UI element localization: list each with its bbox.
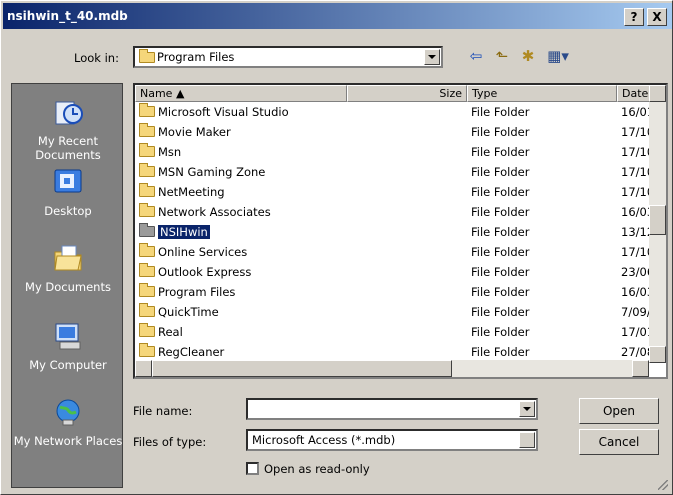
resize-grip[interactable] xyxy=(658,480,668,490)
file-list[interactable]: Name ▲ Size Type Date M Microsoft Visual… xyxy=(133,83,668,379)
close-button[interactable]: X xyxy=(647,8,667,26)
scroll-thumb[interactable] xyxy=(152,360,452,377)
help-button[interactable]: ? xyxy=(624,8,644,26)
chevron-down-icon[interactable] xyxy=(519,401,535,417)
folder-icon xyxy=(139,223,155,237)
vertical-scrollbar[interactable] xyxy=(649,85,666,363)
list-item[interactable]: MSN Gaming ZoneFile Folder17/10 xyxy=(135,162,655,182)
list-item-selected[interactable]: NSIHwinFile Folder13/12 xyxy=(135,222,655,242)
column-header-type[interactable]: Type xyxy=(467,85,617,102)
place-my-computer[interactable]: My Computer xyxy=(12,320,124,372)
horizontal-scrollbar[interactable] xyxy=(135,360,649,377)
place-label: My Computer xyxy=(29,358,107,372)
network-places-icon xyxy=(56,399,80,426)
list-item[interactable]: NetMeetingFile Folder17/10 xyxy=(135,182,655,202)
list-item[interactable]: Program FilesFile Folder16/03 xyxy=(135,282,655,302)
place-label: Desktop xyxy=(44,204,92,218)
list-item[interactable]: RegCleanerFile Folder27/08 xyxy=(135,342,655,362)
list-item[interactable]: Outlook ExpressFile Folder23/06 xyxy=(135,262,655,282)
list-item[interactable]: RealFile Folder17/01 xyxy=(135,322,655,342)
readonly-checkbox[interactable] xyxy=(246,462,259,475)
lookin-dropdown[interactable]: Program Files xyxy=(133,46,443,68)
list-item[interactable]: QuickTimeFile Folder7/09/2 xyxy=(135,302,655,322)
folder-icon xyxy=(139,143,155,157)
open-button[interactable]: Open xyxy=(579,398,659,424)
open-file-dialog: nsihwin_t_40.mdb ? X Look in: Program Fi… xyxy=(0,0,673,495)
place-label: My Documents xyxy=(25,280,111,294)
folder-icon xyxy=(139,303,155,317)
folder-icon xyxy=(139,123,155,137)
scroll-up-button[interactable] xyxy=(649,85,666,102)
folder-icon xyxy=(139,243,155,257)
places-bar: My Recent Documents Desktop My Documents… xyxy=(11,83,123,488)
folder-icon xyxy=(139,203,155,217)
lookin-value: Program Files xyxy=(157,50,235,64)
chevron-down-icon[interactable] xyxy=(519,432,535,448)
column-header-date[interactable]: Date M xyxy=(617,85,651,102)
list-item[interactable]: Movie MakerFile Folder17/10 xyxy=(135,122,655,142)
my-computer-icon xyxy=(55,323,81,350)
folder-icon xyxy=(139,263,155,277)
scroll-thumb[interactable] xyxy=(649,205,666,235)
desktop-icon xyxy=(54,169,82,193)
title-bar[interactable]: nsihwin_t_40.mdb ? X xyxy=(3,3,672,29)
list-item[interactable]: Microsoft Visual StudioFile Folder16/01 xyxy=(135,102,655,122)
new-folder-icon[interactable]: ✱ xyxy=(517,45,539,67)
place-my-recent-documents[interactable]: My Recent Documents xyxy=(12,96,124,162)
chevron-down-icon[interactable] xyxy=(424,49,440,65)
list-item[interactable]: MsnFile Folder17/10 xyxy=(135,142,655,162)
list-item[interactable]: Online ServicesFile Folder17/10 xyxy=(135,242,655,262)
folder-icon xyxy=(139,323,155,337)
list-item[interactable]: Network AssociatesFile Folder16/03 xyxy=(135,202,655,222)
place-label: My Network Places xyxy=(13,434,123,448)
place-desktop[interactable]: Desktop xyxy=(12,166,124,218)
filetype-label: Files of type: xyxy=(133,435,207,449)
my-documents-icon xyxy=(54,245,82,271)
scroll-down-button[interactable] xyxy=(649,346,666,363)
readonly-label: Open as read-only xyxy=(264,462,370,476)
column-header-name[interactable]: Name ▲ xyxy=(135,85,347,102)
place-label: My Recent Documents xyxy=(35,134,101,162)
folder-icon xyxy=(139,343,155,357)
scroll-left-button[interactable] xyxy=(135,360,152,377)
scroll-right-button[interactable] xyxy=(632,360,649,377)
folder-icon xyxy=(139,183,155,197)
recent-documents-icon xyxy=(55,101,83,125)
filetype-dropdown[interactable]: Microsoft Access (*.mdb) xyxy=(246,429,538,451)
folder-icon xyxy=(139,163,155,177)
filename-input[interactable] xyxy=(246,398,538,420)
window-title: nsihwin_t_40.mdb xyxy=(7,9,128,23)
place-my-documents[interactable]: My Documents xyxy=(12,242,124,294)
cancel-button[interactable]: Cancel xyxy=(579,429,659,455)
column-header-size[interactable]: Size xyxy=(347,85,467,102)
folder-icon xyxy=(139,103,155,117)
place-my-network-places[interactable]: My Network Places xyxy=(12,396,124,448)
folder-icon xyxy=(139,283,155,297)
back-icon[interactable]: ⇦ xyxy=(465,45,487,67)
up-folder-icon[interactable]: ⬑ xyxy=(491,45,513,67)
lookin-label: Look in: xyxy=(74,51,119,65)
view-menu-icon[interactable]: ▦▾ xyxy=(543,45,573,67)
filename-label: File name: xyxy=(133,404,193,418)
folder-icon xyxy=(139,49,155,63)
